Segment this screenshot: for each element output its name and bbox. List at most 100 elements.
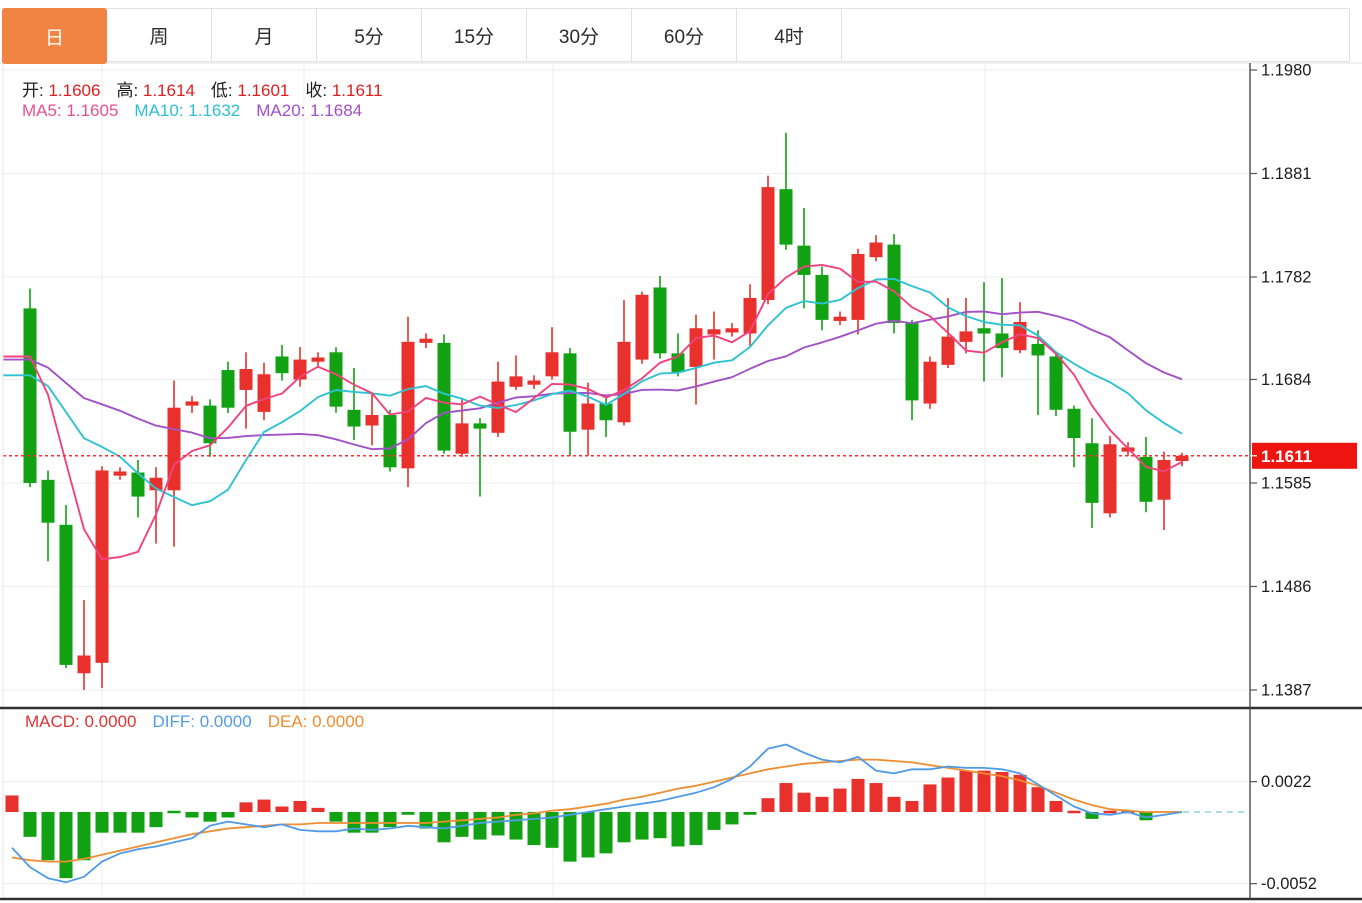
macd-bar-13 [240,802,253,812]
macd-bar-43 [780,783,793,812]
macd-axis: 0.0022-0.0052 [1250,773,1317,893]
macd-bar-12 [222,812,235,818]
ohlc-low: 低: 1.1601 [211,81,289,100]
candle-54 [978,328,991,333]
macd-bar-4 [78,812,91,860]
macd-histogram [6,771,1153,879]
candle-50 [906,323,919,400]
ma-ma20-label: MA20: [256,101,310,120]
tab-5min[interactable]: 5分 [317,9,422,61]
axis-label: -0.0052 [1261,875,1317,893]
macd-diff-label: DIFF: [153,712,200,731]
ma-ma20: MA20: 1.1684 [256,101,362,120]
macd-bar-39 [708,812,721,830]
candle-35 [636,295,649,360]
candle-57 [1032,344,1045,356]
macd-bar-29 [528,812,541,845]
macd-bar-16 [294,801,307,812]
tab-month[interactable]: 月 [212,9,317,61]
ma-ma10-label: MA10: [134,101,188,120]
price-axis: 1.19801.18811.17821.16841.15851.14861.13… [1250,62,1311,700]
macd-bar-46 [834,789,847,812]
candle-42 [762,187,775,300]
candle-10 [186,401,199,405]
macd-bar-57 [1032,787,1045,812]
candle-21 [384,415,397,467]
macd-readout: MACD: 0.0000 DIFF: 0.0000 DEA: 0.0000 [25,712,380,732]
macd-bar-7 [132,812,145,833]
candle-45 [816,275,829,320]
candle-14 [258,374,271,412]
ma-ma5-value: 1.1605 [66,101,118,120]
tab-week[interactable]: 周 [107,9,212,61]
candle-33 [600,404,613,421]
candle-18 [330,352,343,406]
ohlc-open: 开: 1.1606 [22,81,100,100]
macd-bar-37 [672,812,685,846]
macd-bar-53 [960,771,973,812]
ohlc-close-label: 收: [305,81,331,100]
candle-20 [366,415,379,425]
candle-28 [510,376,523,386]
candle-4 [78,655,91,673]
tab-4hour[interactable]: 4时 [737,9,842,61]
macd-bar-6 [114,812,127,833]
macd-bar-35 [636,812,649,840]
macd-bar-34 [618,812,631,842]
macd-macd-value: 0.0000 [85,712,137,731]
macd-bar-54 [978,771,991,812]
tab-30min[interactable]: 30分 [527,9,632,61]
candle-46 [834,317,847,321]
macd-bar-50 [906,801,919,812]
macd-bar-61 [1104,811,1117,814]
macd-bar-47 [852,779,865,812]
macd-bar-22 [402,812,415,815]
candle-25 [456,423,469,453]
macd-bar-58 [1050,801,1063,812]
candle-43 [780,189,793,244]
candlestick-chart-canvas[interactable]: 1.19801.18811.17821.16841.15851.14861.13… [0,0,1362,903]
ohlc-high-value: 1.1614 [143,81,195,100]
candle-52 [942,337,955,365]
axis-label: 1.1387 [1261,682,1311,700]
tab-15min[interactable]: 15分 [422,9,527,61]
kline-chart-window: 日周月5分15分30分60分4时 1.19801.18811.17821.168… [0,0,1362,903]
axis-label: 1.1585 [1261,474,1311,492]
axis-label: 1.1881 [1261,165,1311,183]
candle-61 [1104,444,1117,513]
macd-bar-36 [654,812,667,838]
ohlc-close-value: 1.1611 [332,81,383,100]
macd-bar-38 [690,812,703,845]
candles [24,133,1189,690]
macd-bar-3 [60,812,73,878]
macd-dea-label: DEA: [268,712,312,731]
ma-ma10: MA10: 1.1632 [134,101,240,120]
candle-19 [348,410,361,427]
macd-bar-51 [924,784,937,812]
macd-bar-42 [762,798,775,812]
macd-bar-33 [600,812,613,853]
candle-5 [96,470,109,662]
ohlc-open-value: 1.1606 [48,81,100,100]
macd-diff: DIFF: 0.0000 [153,712,252,731]
candle-36 [654,287,667,353]
axis-label: 1.1684 [1261,371,1311,389]
macd-bar-15 [276,806,289,812]
macd-bar-45 [816,797,829,812]
tab-60min[interactable]: 60分 [632,9,737,61]
macd-bar-27 [492,812,505,835]
macd-bar-48 [870,783,883,812]
candle-40 [726,328,739,332]
macd-macd: MACD: 0.0000 [25,712,137,731]
timeframe-tabbar: 日周月5分15分30分60分4时 [2,8,1350,62]
candle-39 [708,329,721,334]
tab-day[interactable]: 日 [2,8,107,64]
macd-bar-17 [312,808,325,812]
candle-3 [60,525,73,665]
candle-6 [114,471,127,475]
ohlc-high: 高: 1.1614 [116,81,194,100]
candle-60 [1086,443,1099,503]
candle-48 [870,243,883,258]
macd-bar-2 [42,812,55,860]
candle-38 [690,328,703,367]
